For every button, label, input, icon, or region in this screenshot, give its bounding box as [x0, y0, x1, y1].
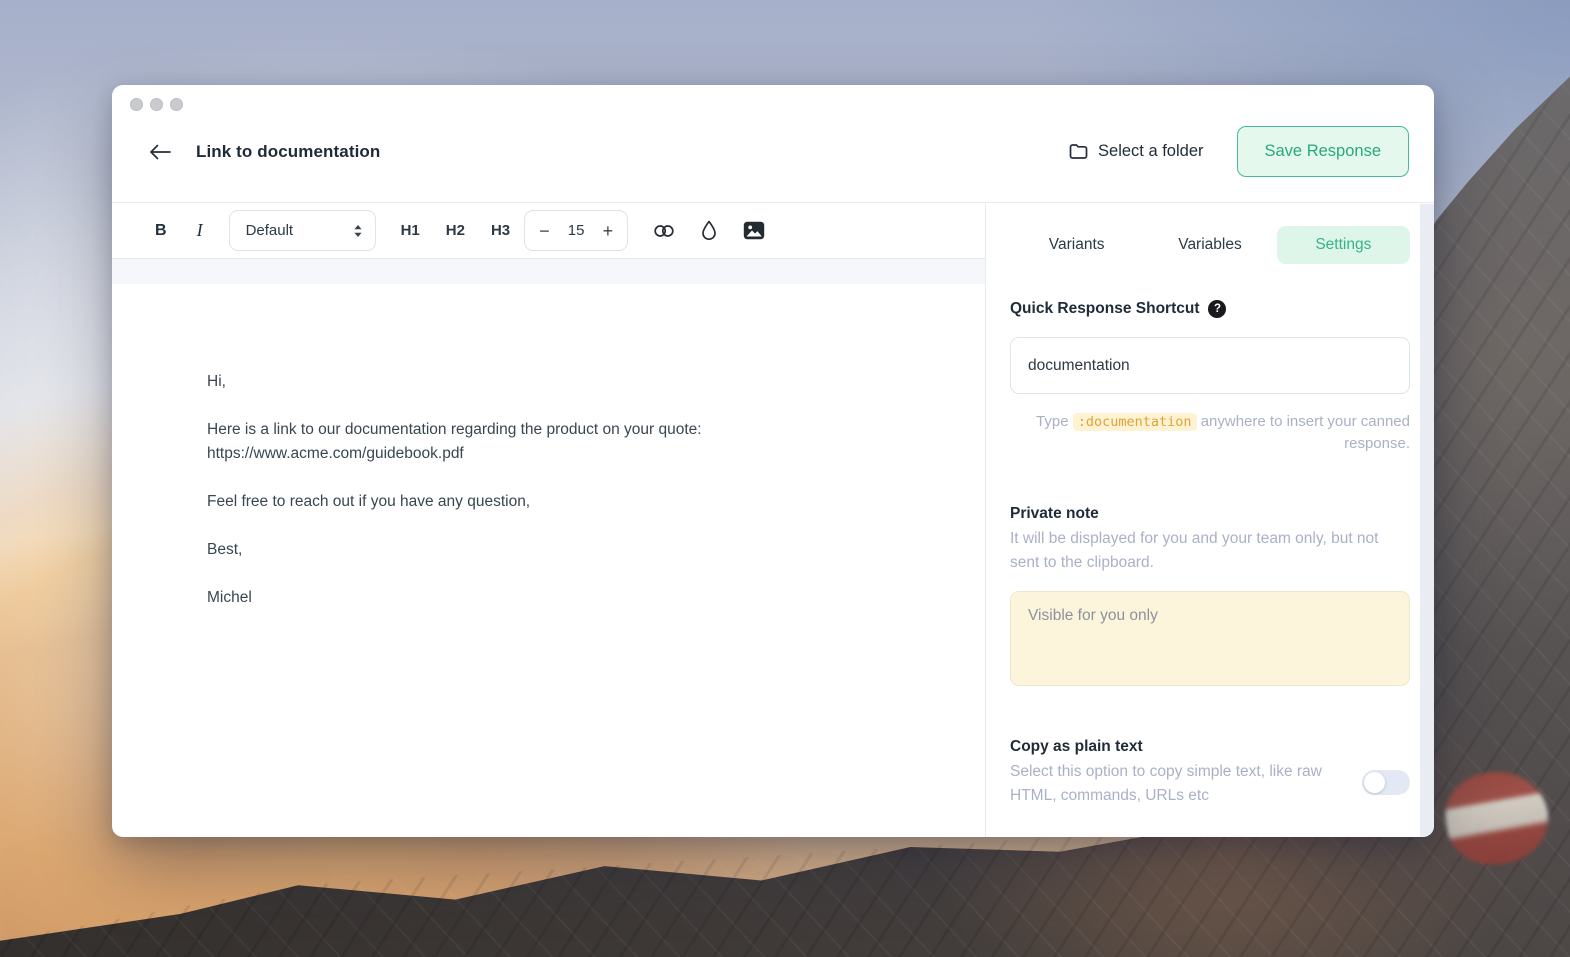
bold-button[interactable]: B [155, 222, 167, 240]
shortcut-hint: Type :documentation anywhere to insert y… [1010, 411, 1410, 455]
heading3-button[interactable]: H3 [491, 222, 510, 239]
editor-column: B I Default H1 H2 H3 − 15 [112, 203, 986, 837]
editor-line: Michel [207, 586, 925, 610]
heading2-button[interactable]: H2 [446, 222, 465, 239]
traffic-lights [130, 98, 183, 111]
private-note-textarea[interactable] [1010, 591, 1410, 686]
select-folder-label: Select a folder [1098, 142, 1203, 161]
back-arrow-icon[interactable] [148, 141, 174, 163]
color-drop-icon [700, 220, 718, 241]
panel-tabs: Variants Variables Settings [1010, 226, 1410, 264]
hint-prefix: Type [1036, 413, 1073, 430]
copy-plain-text-toggle[interactable] [1362, 770, 1410, 795]
image-icon [743, 221, 765, 240]
hint-suffix: anywhere to insert your canned response. [1197, 413, 1410, 452]
editor-line: Hi, [207, 370, 925, 394]
app-window: Link to documentation Select a folder Sa… [112, 85, 1434, 837]
tab-settings[interactable]: Settings [1277, 226, 1410, 264]
insert-image-button[interactable] [743, 221, 765, 240]
save-response-button[interactable]: Save Response [1237, 126, 1410, 177]
shortcut-token: :documentation [1073, 413, 1197, 431]
editor-line: https://www.acme.com/guidebook.pdf [207, 442, 925, 466]
formatting-toolbar: B I Default H1 H2 H3 − 15 [112, 203, 985, 259]
rich-text-editor[interactable]: Hi, Here is a link to our documentation … [112, 284, 985, 837]
decrease-font-size-button[interactable]: − [539, 222, 550, 240]
copy-plain-text-description: Select this option to copy simple text, … [1010, 760, 1355, 808]
quick-response-shortcut-label: Quick Response Shortcut [1010, 300, 1199, 318]
help-icon[interactable]: ? [1208, 300, 1226, 318]
increase-font-size-button[interactable]: + [603, 222, 614, 240]
font-family-value: Default [246, 222, 294, 239]
page-title: Link to documentation [196, 142, 380, 162]
font-size-stepper: − 15 + [524, 210, 628, 251]
close-window-button[interactable] [130, 98, 143, 111]
chevron-updown-icon [353, 224, 363, 238]
font-size-value: 15 [568, 222, 585, 239]
folder-icon [1069, 143, 1088, 160]
settings-panel: Variants Variables Settings Quick Respon… [986, 203, 1434, 837]
zoom-window-button[interactable] [170, 98, 183, 111]
tab-variables[interactable]: Variables [1143, 226, 1276, 264]
select-folder-button[interactable]: Select a folder [1069, 142, 1203, 161]
editor-line: Best, [207, 538, 925, 562]
editor-selection-strip [112, 259, 985, 284]
heading1-button[interactable]: H1 [401, 222, 420, 239]
tab-variants[interactable]: Variants [1010, 226, 1143, 264]
window-header: Link to documentation Select a folder Sa… [112, 85, 1434, 202]
text-color-button[interactable] [700, 220, 718, 241]
editor-line: Feel free to reach out if you have any q… [207, 490, 925, 514]
link-icon [653, 223, 675, 239]
panel-scrollbar[interactable] [1420, 204, 1434, 837]
copy-plain-text-label: Copy as plain text [1010, 738, 1410, 756]
editor-line: Here is a link to our documentation rega… [207, 418, 925, 442]
insert-link-button[interactable] [653, 223, 675, 239]
private-note-label: Private note [1010, 505, 1410, 523]
shortcut-input[interactable] [1010, 337, 1410, 394]
minimize-window-button[interactable] [150, 98, 163, 111]
private-note-description: It will be displayed for you and your te… [1010, 527, 1410, 575]
italic-button[interactable]: I [197, 220, 203, 241]
font-family-select[interactable]: Default [229, 210, 376, 251]
toggle-knob [1364, 772, 1385, 793]
